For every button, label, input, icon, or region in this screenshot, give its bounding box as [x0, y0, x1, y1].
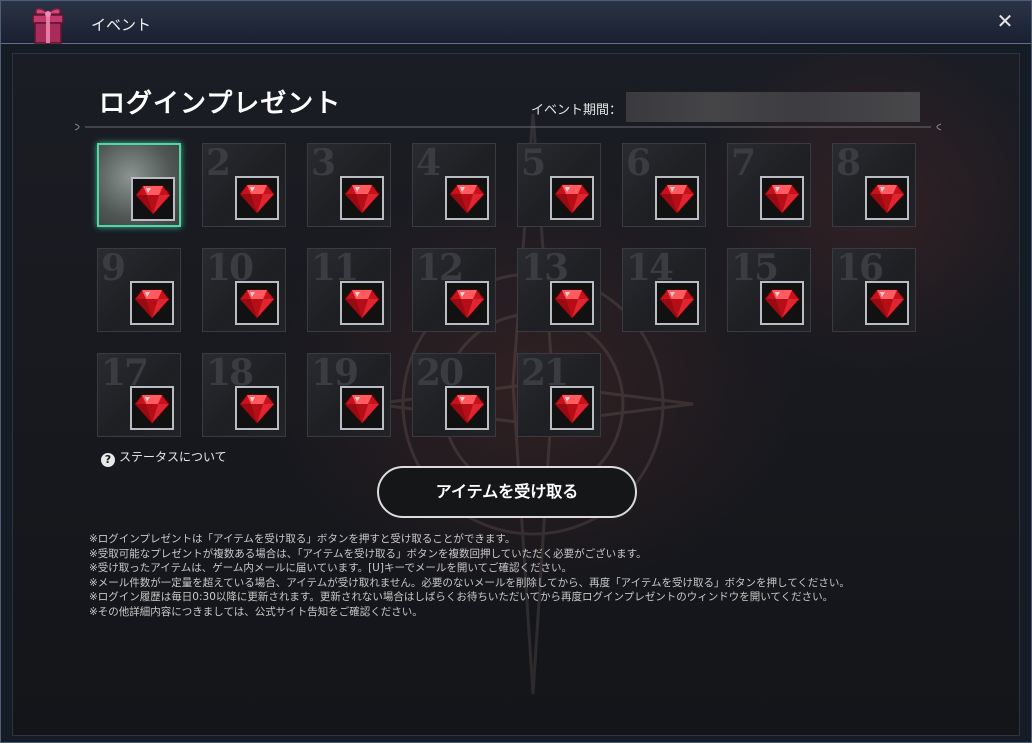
red-gem-icon: [550, 281, 594, 325]
day-slot-10[interactable]: 10: [202, 247, 286, 332]
day-slot-3[interactable]: 3: [307, 142, 391, 227]
red-gem-icon: [235, 386, 279, 430]
day-slot-15[interactable]: 15: [727, 247, 811, 332]
day-slot-12[interactable]: 12: [412, 247, 496, 332]
gift-box-icon: [32, 8, 64, 44]
red-gem-icon: [865, 281, 909, 325]
red-gem-icon: [130, 386, 174, 430]
notes-list: ※ログインプレゼントは「アイテムを受け取る」ボタンを押すと受け取ることができます…: [89, 532, 850, 619]
page-title: ログインプレゼント: [99, 89, 342, 119]
day-slot-19[interactable]: 19: [307, 352, 391, 437]
red-gem-icon: [655, 176, 699, 220]
note-line: ※ログインプレゼントは「アイテムを受け取る」ボタンを押すと受け取ることができます…: [89, 533, 516, 545]
red-gem-icon: [865, 176, 909, 220]
window-title: イベント: [91, 16, 152, 34]
day-slot-21[interactable]: 21: [517, 352, 601, 437]
note-line: ※その他詳細内容につきましては、公式サイト告知をご確認ください。: [89, 605, 423, 618]
day-number: 7: [731, 142, 756, 184]
help-icon: ?: [101, 453, 115, 467]
day-slot-2[interactable]: 2: [202, 142, 286, 227]
status-help-label: ステータスについて: [119, 450, 227, 464]
day-slot-14[interactable]: 14: [622, 247, 706, 332]
event-window: イベント ✕ ログインプレゼント イベント期間： 123456789101112…: [0, 0, 1032, 743]
status-help-link[interactable]: ? ステータスについて: [101, 448, 227, 467]
day-slot-8[interactable]: 8: [832, 142, 916, 227]
day-slot-4[interactable]: 4: [412, 142, 496, 227]
login-day-grid: 123456789101112131415161718192021: [97, 142, 933, 443]
red-gem-icon: [445, 176, 489, 220]
red-gem-icon: [131, 177, 175, 221]
red-gem-icon: [550, 176, 594, 220]
close-button[interactable]: ✕: [993, 9, 1017, 33]
receive-item-button[interactable]: アイテムを受け取る: [377, 466, 637, 518]
red-gem-icon: [340, 176, 384, 220]
day-number: 9: [101, 247, 126, 289]
day-number: 8: [836, 142, 861, 184]
red-gem-icon: [760, 176, 804, 220]
red-gem-icon: [340, 281, 384, 325]
red-gem-icon: [340, 386, 384, 430]
day-slot-5[interactable]: 5: [517, 142, 601, 227]
red-gem-icon: [445, 281, 489, 325]
day-slot-7[interactable]: 7: [727, 142, 811, 227]
note-line: ※メール件数が一定量を超えている場合、アイテムが受け取れません。必要のないメール…: [89, 576, 850, 589]
red-gem-icon: [655, 281, 699, 325]
event-period-label: イベント期間：: [531, 103, 623, 118]
day-slot-17[interactable]: 17: [97, 352, 181, 437]
day-slot-1[interactable]: 1: [97, 143, 181, 227]
day-number: 4: [416, 142, 441, 184]
day-slot-11[interactable]: 11: [307, 247, 391, 332]
day-number: 6: [626, 142, 651, 184]
day-number: 2: [206, 142, 231, 184]
day-number: 5: [521, 142, 546, 184]
divider-line: [75, 123, 941, 131]
red-gem-icon: [550, 386, 594, 430]
login-present-panel: ログインプレゼント イベント期間： 1234567891011121314151…: [12, 53, 1020, 736]
red-gem-icon: [130, 281, 174, 325]
note-line: ※受け取ったアイテムは、ゲーム内メールに届いています。[U]キーでメールを開いて…: [89, 562, 572, 574]
red-gem-icon: [235, 176, 279, 220]
event-period-value: [626, 92, 920, 122]
note-line: ※受取可能なプレゼントが複数ある場合は、「アイテムを受け取る」ボタンを複数回押し…: [89, 547, 647, 560]
title-bar: イベント ✕: [1, 1, 1031, 44]
red-gem-icon: [760, 281, 804, 325]
red-gem-icon: [235, 281, 279, 325]
red-gem-icon: [445, 386, 489, 430]
day-number: 1: [102, 143, 125, 185]
day-slot-13[interactable]: 13: [517, 247, 601, 332]
day-slot-16[interactable]: 16: [832, 247, 916, 332]
day-slot-6[interactable]: 6: [622, 142, 706, 227]
day-slot-18[interactable]: 18: [202, 352, 286, 437]
day-slot-20[interactable]: 20: [412, 352, 496, 437]
day-number: 3: [311, 142, 336, 184]
note-line: ※ログイン履歴は毎日0:30以降に更新されます。更新されない場合はしばらくお待ち…: [89, 591, 834, 603]
day-slot-9[interactable]: 9: [97, 247, 181, 332]
